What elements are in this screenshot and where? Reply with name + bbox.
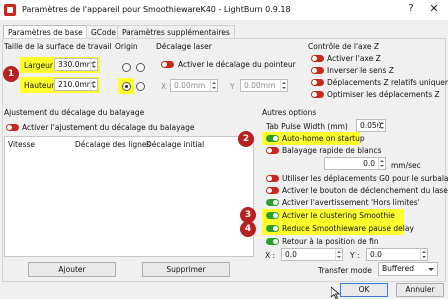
- mouse-cursor-icon: [331, 287, 340, 299]
- column-header-initial-offset: Décalage initial: [146, 140, 205, 149]
- close-button[interactable]: ✕: [426, 2, 442, 16]
- return-home-label: Retour à la position de fin: [282, 237, 379, 246]
- lightburn-app-icon: [4, 4, 16, 16]
- add-button[interactable]: Ajouter: [28, 262, 116, 277]
- clustering-label: Activer le clustering Smoothie: [282, 211, 395, 220]
- auto-home-label: Auto-home on startup: [282, 134, 365, 143]
- soft-limits-toggle[interactable]: [266, 199, 279, 206]
- offset-x-label: X: [161, 82, 167, 91]
- height-label: Hauteur: [24, 81, 55, 90]
- scan-offset-toggle[interactable]: [6, 124, 19, 131]
- tab-pulse-field[interactable]: 0.050: [356, 119, 386, 132]
- origin-top-right-radio[interactable]: [136, 63, 145, 72]
- offset-x-field[interactable]: 0.00mm: [170, 79, 218, 92]
- enable-z-toggle[interactable]: [311, 55, 324, 62]
- tab-additional-settings[interactable]: Paramètres supplémentaires: [117, 25, 235, 39]
- title-bar: Paramètres de l'appareil pour Smoothiewa…: [0, 0, 448, 20]
- scan-offset-table[interactable]: [4, 136, 254, 257]
- enable-z-label: Activer l'axe Z: [327, 54, 381, 63]
- fast-whitespace-label: Balayage rapide de blancs: [282, 146, 382, 155]
- finish-x-label: X :: [265, 251, 276, 260]
- origin-bottom-left-radio[interactable]: [122, 82, 131, 91]
- tab-basic-settings[interactable]: Paramètres de base: [3, 25, 88, 39]
- column-header-speed: Vitesse: [8, 140, 36, 149]
- chevron-down-icon: [428, 268, 434, 271]
- relative-z-label: Déplacements Z relatifs uniquement: [327, 78, 448, 87]
- fast-whitespace-speed-field[interactable]: 0.0: [324, 157, 386, 170]
- offset-y-field[interactable]: 0.00mm: [240, 79, 288, 92]
- height-field[interactable]: 210.0mm: [54, 78, 98, 91]
- g0-moves-label: Utiliser les déplacements G0 pour le sur…: [282, 174, 448, 183]
- transfer-mode-label: Transfer mode: [318, 266, 372, 275]
- pointer-offset-toggle[interactable]: [161, 61, 174, 68]
- offset-y-label: Y: [230, 82, 235, 91]
- origin-top-left-radio[interactable]: [122, 63, 131, 72]
- tab-gcode[interactable]: GCode: [86, 25, 122, 39]
- optimize-z-label: Optimiser les déplacements Z: [327, 90, 440, 99]
- origin-title: Origin: [115, 42, 138, 51]
- fire-button-toggle[interactable]: [266, 187, 279, 194]
- scan-offset-title: Ajustement du décalage du balayage: [4, 108, 145, 117]
- fast-whitespace-toggle[interactable]: [266, 147, 279, 154]
- relative-z-toggle[interactable]: [311, 79, 324, 86]
- help-button[interactable]: ?: [404, 2, 418, 16]
- invert-z-label: Inverser le sens Z: [327, 66, 394, 75]
- finish-x-field[interactable]: 0.0: [281, 248, 343, 261]
- window-title: Paramètres de l'appareil pour Smoothiewa…: [22, 5, 291, 14]
- width-field[interactable]: 330.0mm: [54, 58, 98, 71]
- pointer-offset-label: Activer le décalage du pointeur: [178, 60, 296, 69]
- fire-button-label: Activer le bouton de déclenchement du la…: [282, 186, 448, 195]
- auto-home-toggle[interactable]: [266, 135, 279, 142]
- finish-y-field[interactable]: 0.0: [366, 248, 428, 261]
- callout-badge-2: 2: [238, 131, 254, 147]
- bed-size-title: Taille de la surface de travail: [4, 42, 112, 51]
- width-label: Largeur: [24, 61, 53, 70]
- column-header-line-offset: Décalage des lignes: [75, 140, 151, 149]
- finish-y-label: Y :: [350, 251, 360, 260]
- soft-limits-label: Activer l'avertissement 'Hors limites': [282, 198, 420, 207]
- pause-delay-label: Reduce Smoothieware pause delay: [282, 224, 414, 233]
- other-options-title: Autres options: [262, 108, 317, 117]
- clustering-toggle[interactable]: [266, 212, 279, 219]
- scan-offset-label: Activer l'ajustement du décalage du bala…: [22, 123, 195, 132]
- return-home-toggle[interactable]: [266, 238, 279, 245]
- callout-badge-1: 1: [3, 66, 19, 82]
- optimize-z-toggle[interactable]: [311, 91, 324, 98]
- laser-offset-title: Décalage laser: [156, 42, 212, 51]
- remove-button[interactable]: Supprimer: [142, 262, 230, 277]
- origin-bottom-right-radio[interactable]: [136, 82, 145, 91]
- g0-moves-toggle[interactable]: [266, 175, 279, 182]
- transfer-mode-select[interactable]: Buffered: [378, 262, 438, 276]
- z-axis-title: Contrôle de l'axe Z: [308, 42, 379, 51]
- pause-delay-toggle[interactable]: [266, 225, 279, 232]
- speed-unit-label: mm/sec: [391, 161, 421, 170]
- cancel-button[interactable]: Annuler: [396, 283, 444, 297]
- callout-badge-4: 4: [240, 221, 256, 237]
- tab-pulse-label: Tab Pulse Width (mm): [266, 122, 348, 131]
- invert-z-toggle[interactable]: [311, 67, 324, 74]
- ok-button[interactable]: OK: [340, 283, 388, 297]
